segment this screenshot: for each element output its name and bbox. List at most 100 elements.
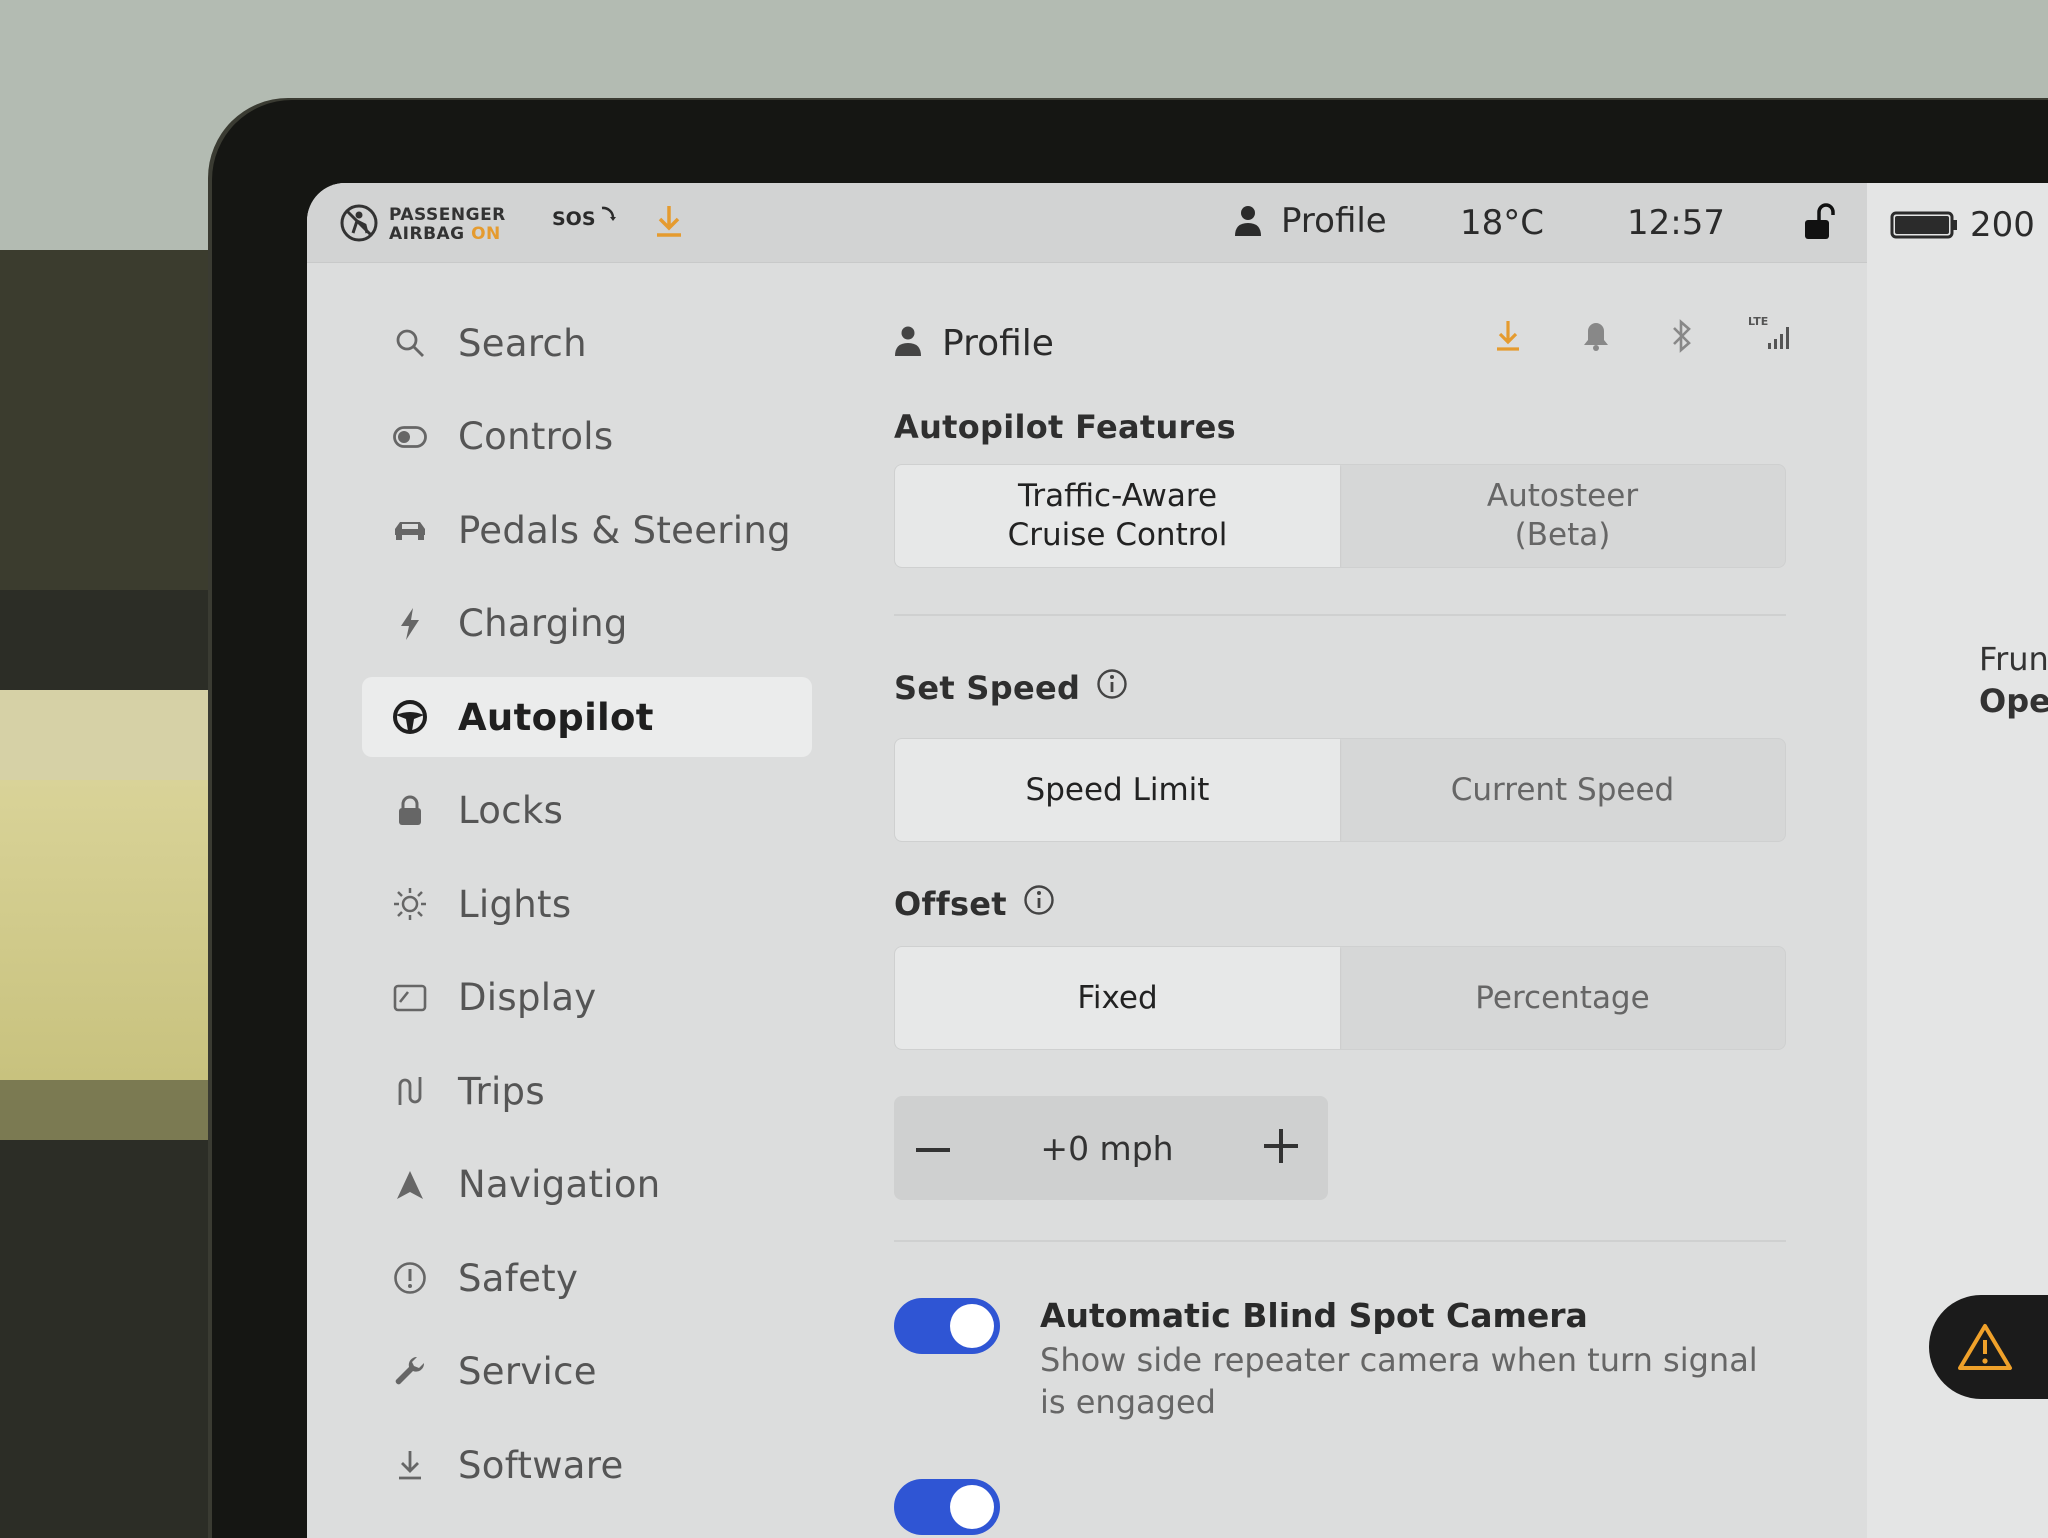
bell-icon[interactable] <box>1582 320 1610 352</box>
sidebar-item-pedals-steering[interactable]: Pedals & Steering <box>362 490 812 570</box>
search-icon <box>392 325 428 361</box>
settings-sidebar: Search Controls Pedals & Steering Chargi… <box>362 303 812 1519</box>
header-icons: LTE <box>1434 315 1794 353</box>
sidebar-item-label: Search <box>458 321 587 365</box>
sidebar-item-charging[interactable]: Charging <box>362 584 812 664</box>
offset-stepper: +0 mph <box>894 1096 1328 1200</box>
wrench-icon <box>392 1354 428 1390</box>
battery-icon <box>1890 211 1957 239</box>
sidebar-item-label: Display <box>458 976 597 1019</box>
offset-title: Offset <box>894 884 1794 924</box>
option-current-speed[interactable]: Current Speed <box>1340 739 1785 841</box>
set-speed-selector: Speed Limit Current Speed <box>894 738 1786 842</box>
info-icon[interactable] <box>1096 668 1128 708</box>
clock: 12:57 <box>1627 203 1725 243</box>
toggle-icon <box>392 419 428 455</box>
sidebar-item-label: Safety <box>458 1256 579 1300</box>
blind-spot-camera-title: Automatic Blind Spot Camera <box>1040 1296 1588 1335</box>
sidebar-item-controls[interactable]: Controls <box>362 397 812 477</box>
autopilot-features-selector: Traffic-Aware Cruise Control Autosteer (… <box>894 464 1786 568</box>
sidebar-item-label: Lights <box>458 882 572 926</box>
airbag-label-2: AIRBAG <box>389 224 465 244</box>
section-divider <box>894 1240 1786 1242</box>
lock-icon <box>392 793 428 829</box>
offset-selector: Fixed Percentage <box>894 946 1786 1050</box>
blind-spot-camera-setting: Automatic Blind Spot Camera Show side re… <box>894 1296 1794 1423</box>
bolt-icon <box>392 606 428 642</box>
bluetooth-icon[interactable] <box>1670 319 1694 353</box>
sidebar-item-display[interactable]: Display <box>362 958 812 1038</box>
warning-icon <box>1958 1324 2012 1370</box>
sidebar-item-label: Pedals & Steering <box>458 508 791 552</box>
software-update-download-icon[interactable] <box>1494 319 1522 353</box>
sidebar-item-label: Service <box>458 1350 597 1393</box>
sidebar-item-navigation[interactable]: Navigation <box>362 1145 812 1225</box>
unlock-icon[interactable] <box>1802 203 1836 241</box>
decrement-button[interactable] <box>916 1139 950 1158</box>
sidebar-item-trips[interactable]: Trips <box>362 1051 812 1131</box>
navigation-icon <box>392 1167 428 1203</box>
sidebar-item-label: Navigation <box>458 1163 661 1206</box>
panel-header: Profile LTE <box>894 303 1794 383</box>
sidebar-item-search[interactable]: Search <box>362 303 812 383</box>
option-speed-limit[interactable]: Speed Limit <box>895 739 1340 841</box>
download-icon <box>392 1447 428 1483</box>
software-update-download-icon[interactable] <box>654 203 684 239</box>
sun-icon <box>392 886 428 922</box>
battery-range: 200 m <box>1970 205 2048 245</box>
sos-button[interactable]: SOS <box>552 205 618 232</box>
touchscreen: PASSENGER AIRBAG ON SOS Profile 18°C 12:5… <box>307 183 2048 1538</box>
steering-wheel-icon <box>392 699 428 735</box>
option-percentage[interactable]: Percentage <box>1340 947 1785 1049</box>
offset-value: +0 mph <box>1040 1128 1174 1168</box>
panel-profile-title[interactable]: Profile <box>942 323 1054 364</box>
status-profile-label: Profile <box>1281 201 1387 241</box>
option-fixed[interactable]: Fixed <box>895 947 1340 1049</box>
frunk-action: Ope <box>1979 682 2048 720</box>
lte-signal-icon: LTE <box>1748 315 1794 351</box>
autopilot-features-title: Autopilot Features <box>894 408 1236 446</box>
next-setting-toggle[interactable] <box>894 1479 1000 1535</box>
airbag-icon <box>339 203 379 247</box>
section-divider <box>894 614 1786 616</box>
autopilot-settings-panel: Profile LTE Autopilot Features Traffic-A… <box>894 303 1794 1535</box>
option-autosteer-beta[interactable]: Autosteer (Beta) <box>1340 465 1785 567</box>
sidebar-item-software[interactable]: Software <box>362 1425 812 1505</box>
sidebar-item-label: Charging <box>458 602 628 645</box>
alert-circle-icon <box>392 1260 428 1296</box>
sidebar-item-label: Locks <box>458 789 564 832</box>
increment-button[interactable] <box>1264 1129 1298 1167</box>
sidebar-item-service[interactable]: Service <box>362 1332 812 1412</box>
sidebar-item-label: Software <box>458 1443 624 1487</box>
status-profile-button[interactable]: Profile <box>1233 201 1387 241</box>
set-speed-label: Set Speed <box>894 669 1081 707</box>
airbag-state: ON <box>471 224 501 244</box>
person-icon <box>894 325 922 361</box>
alert-pill[interactable] <box>1929 1295 2048 1399</box>
offset-label: Offset <box>894 885 1007 923</box>
display-icon <box>392 980 428 1016</box>
passenger-airbag-indicator: PASSENGER AIRBAG ON <box>339 203 506 247</box>
car-icon <box>392 512 428 548</box>
blind-spot-camera-description: Show side repeater camera when turn sign… <box>1040 1341 1758 1421</box>
sidebar-item-label: Autopilot <box>458 695 654 739</box>
frunk-open-button[interactable]: Frun Ope <box>1979 638 2048 722</box>
outside-temperature: 18°C <box>1460 203 1545 243</box>
status-bar: PASSENGER AIRBAG ON SOS Profile 18°C 12:5… <box>307 183 1867 263</box>
person-icon <box>1235 206 1261 236</box>
option-traffic-aware-cruise-control[interactable]: Traffic-Aware Cruise Control <box>895 465 1340 567</box>
sidebar-item-autopilot[interactable]: Autopilot <box>362 677 812 757</box>
lte-label: LTE <box>1748 315 1769 328</box>
blind-spot-camera-toggle[interactable] <box>894 1298 1000 1354</box>
sidebar-item-label: Controls <box>458 415 614 458</box>
sidebar-item-safety[interactable]: Safety <box>362 1238 812 1318</box>
info-icon[interactable] <box>1023 884 1055 924</box>
set-speed-title: Set Speed <box>894 668 1794 708</box>
battery-indicator: 200 m <box>1890 205 2048 245</box>
sos-label: SOS <box>552 207 596 230</box>
phone-call-icon <box>596 205 618 232</box>
frunk-label: Frun <box>1979 640 2048 678</box>
next-setting-partial <box>894 1477 1794 1535</box>
sidebar-item-lights[interactable]: Lights <box>362 864 812 944</box>
sidebar-item-locks[interactable]: Locks <box>362 771 812 851</box>
